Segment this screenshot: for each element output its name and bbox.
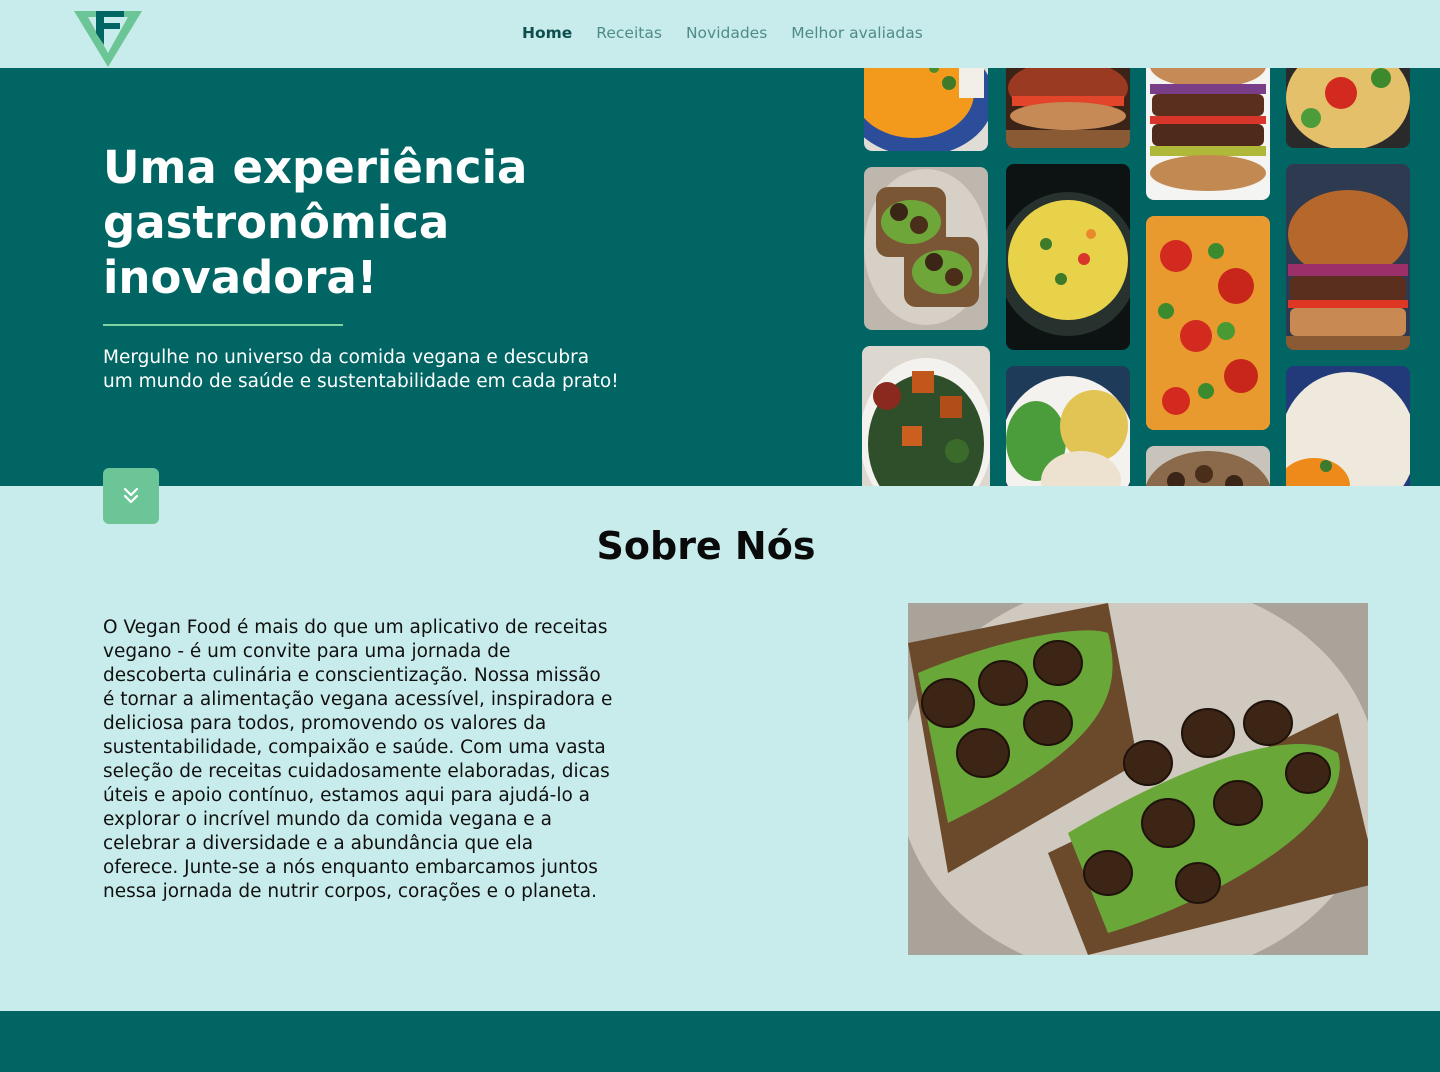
gallery-image-burger-top bbox=[1006, 68, 1130, 148]
gallery-image-tofu-bowl bbox=[862, 346, 990, 486]
scroll-down-button[interactable] bbox=[103, 468, 159, 524]
hero-title: Uma experiência gastronômica inovadora! bbox=[103, 141, 528, 304]
nav-receitas[interactable]: Receitas bbox=[596, 24, 662, 42]
footer bbox=[0, 1011, 1440, 1072]
about-text: O Vegan Food é mais do que um aplicativo… bbox=[103, 617, 613, 902]
about-title: Sobre Nós bbox=[596, 524, 816, 568]
gallery-image-pasta-salad bbox=[1286, 68, 1410, 148]
gallery-image-mushroom-toast-2 bbox=[1146, 446, 1270, 486]
nav-novidades[interactable]: Novidades bbox=[686, 24, 767, 42]
gallery-image-burger bbox=[1286, 164, 1410, 350]
top-navbar: Home Receitas Novidades Melhor avaliadas bbox=[0, 0, 1440, 68]
gallery-image-mushroom-toast bbox=[864, 167, 988, 330]
gallery-image-curry bbox=[864, 68, 988, 151]
gallery-image-rice-curry bbox=[1286, 366, 1410, 486]
main-nav: Home Receitas Novidades Melhor avaliadas bbox=[522, 24, 923, 42]
hero-subtitle: Mergulhe no universo da comida vegana e … bbox=[103, 347, 619, 392]
nav-melhor-avaliadas[interactable]: Melhor avaliadas bbox=[791, 24, 923, 42]
double-chevron-down-icon bbox=[123, 487, 139, 504]
hero-section: Uma experiência gastronômica inovadora! … bbox=[0, 68, 1440, 486]
gallery-image-stacked-burger bbox=[1146, 68, 1270, 200]
hero-divider bbox=[103, 324, 343, 326]
about-image-mushroom-toast bbox=[908, 603, 1368, 955]
gallery-image-yellow-rice bbox=[1006, 164, 1130, 350]
nav-home[interactable]: Home bbox=[522, 24, 572, 42]
gallery-image-salad-bowl bbox=[1006, 366, 1130, 486]
vf-logo[interactable] bbox=[74, 9, 142, 67]
gallery-image-pasta bbox=[1146, 216, 1270, 430]
